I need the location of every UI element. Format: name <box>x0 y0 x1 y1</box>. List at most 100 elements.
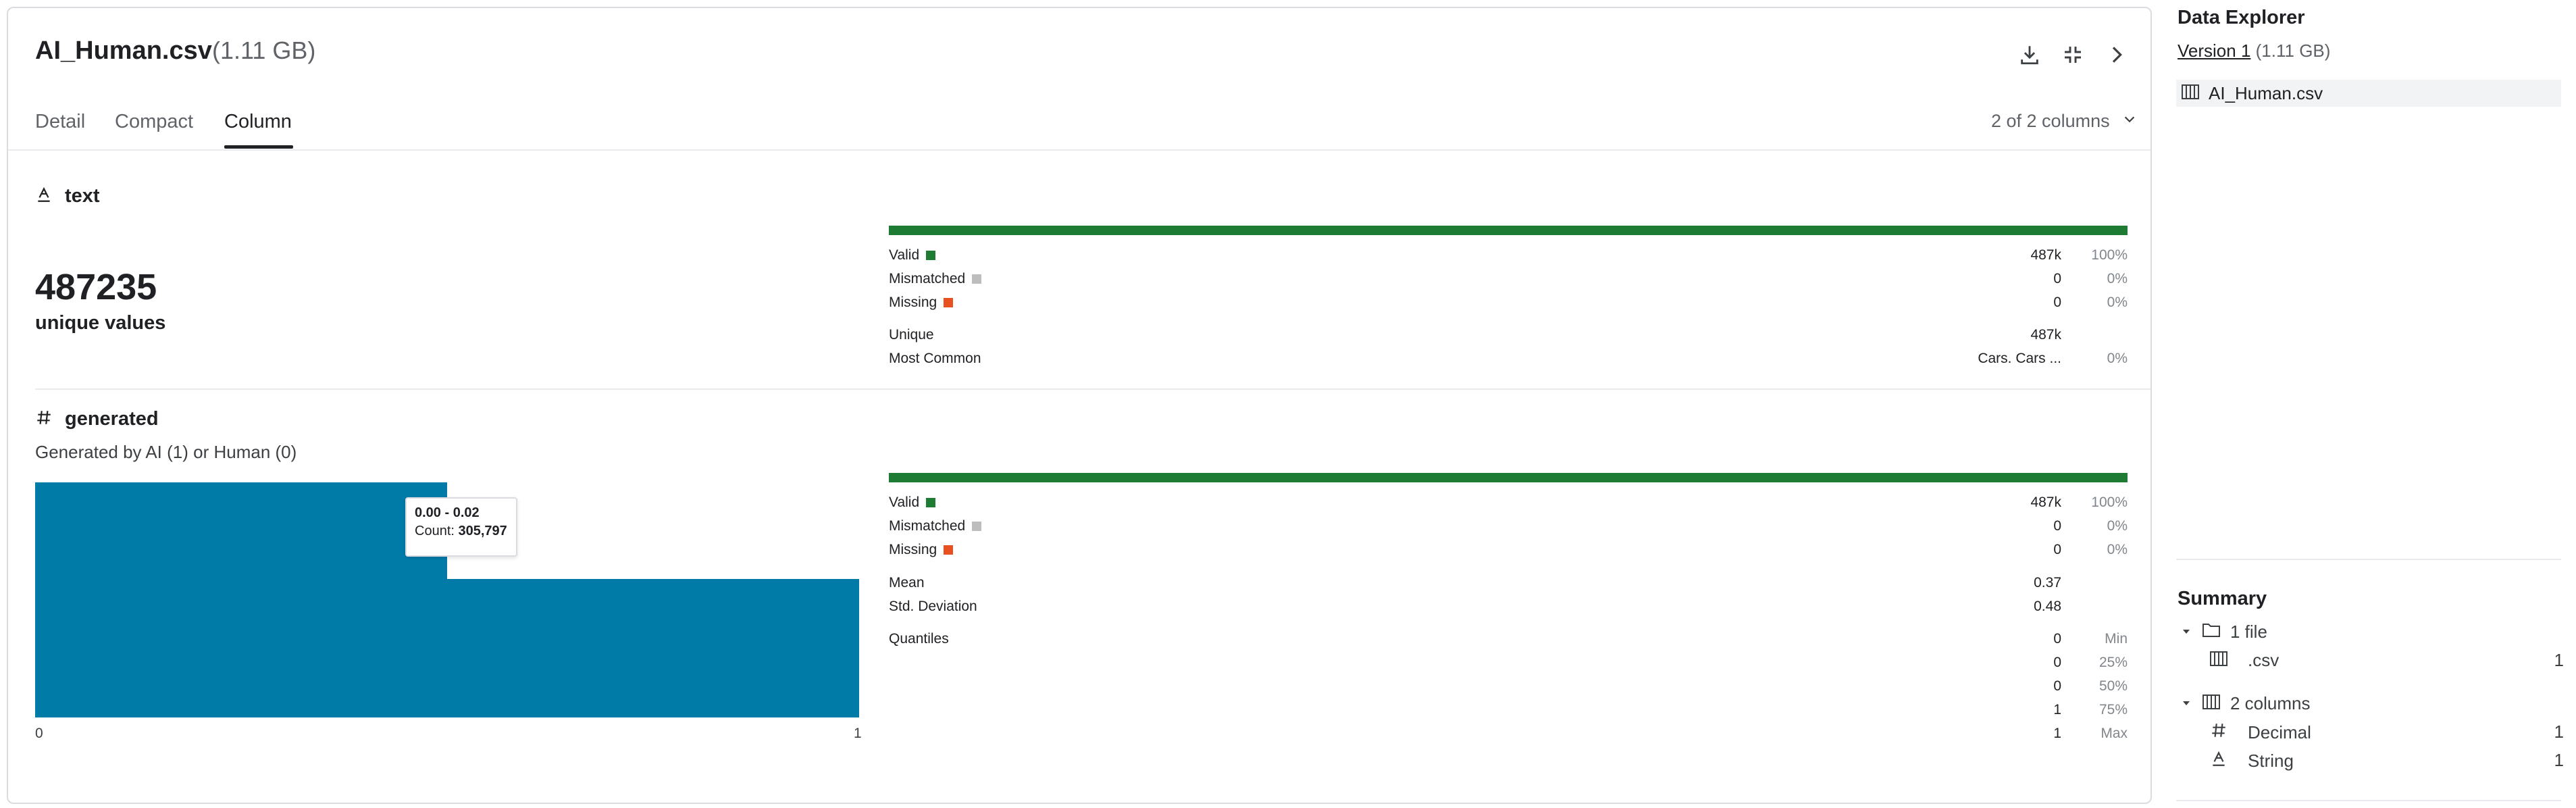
mismatched-legend-square <box>972 274 982 284</box>
stat-valid-label: Valid <box>889 247 920 263</box>
column-count-dropdown[interactable]: 2 of 2 columns <box>1991 111 2137 132</box>
main-panel: AI_Human.csv (1.11 GB) Detail Compact Co… <box>7 7 2152 804</box>
quantile-label: Max <box>2101 726 2128 741</box>
quantile-label: 75% <box>2098 702 2128 717</box>
file-type-count: 1 <box>2554 650 2564 670</box>
file-size: (1.11 GB) <box>212 36 316 64</box>
summary-file-type-row: .csv <box>2210 650 2279 671</box>
valid-legend-square <box>926 498 936 507</box>
stat-most-common-label: Most Common <box>889 351 981 366</box>
hash-icon <box>35 409 53 430</box>
stat-missing: Missing <box>889 542 954 558</box>
summary-title: Summary <box>2178 588 2267 609</box>
stat-missing-label: Missing <box>889 542 937 557</box>
download-icon[interactable] <box>2011 36 2048 73</box>
stat-valid-value: 487k <box>2030 495 2061 510</box>
explorer-divider <box>2176 559 2561 560</box>
stat-mismatched-label: Mismatched <box>889 518 966 534</box>
column-type-label: String <box>2248 751 2294 771</box>
stat-missing: Missing <box>889 295 954 311</box>
stat-most-common-pct: 0% <box>2107 351 2128 366</box>
explorer-file-name: AI_Human.csv <box>2209 82 2323 103</box>
version-size: (1.11 GB) <box>2255 41 2331 61</box>
summary-columns-row[interactable]: 2 columns <box>2180 693 2311 714</box>
table-icon <box>2202 693 2221 714</box>
quantile-label: 50% <box>2098 678 2128 694</box>
stat-mismatched: Mismatched <box>889 271 982 287</box>
stat-missing-value: 0 <box>2053 542 2061 557</box>
hash-icon <box>2210 722 2227 744</box>
table-icon <box>2210 650 2227 671</box>
column-type-count: 1 <box>2554 750 2564 770</box>
unique-label: unique values <box>35 312 166 334</box>
tab-detail[interactable]: Detail <box>35 111 85 133</box>
version-link[interactable]: Version 1 <box>2178 41 2250 61</box>
missing-legend-square <box>944 545 954 555</box>
column-description: Generated by AI (1) or Human (0) <box>35 442 297 462</box>
stat-mean-label: Mean <box>889 575 925 590</box>
summary-divider <box>2176 800 2561 801</box>
stat-valid-pct: 100% <box>2091 495 2128 510</box>
table-icon <box>2182 83 2199 104</box>
stat-most-common-value: Cars. Cars ... <box>1978 351 2061 366</box>
data-explorer-title: Data Explorer <box>2178 7 2305 28</box>
collapse-icon[interactable] <box>2055 36 2091 73</box>
histogram-x-max: 1 <box>854 726 862 741</box>
column-header-generated: generated <box>35 408 159 430</box>
column-count-label: 2 of 2 columns <box>1991 111 2110 131</box>
histogram-bar[interactable] <box>35 482 447 717</box>
file-title: AI_Human.csv <box>35 36 212 65</box>
stat-std-value: 0.48 <box>2034 599 2061 614</box>
tooltip-range: 0.00 - 0.02 <box>415 505 480 520</box>
column-type-count: 1 <box>2554 722 2564 742</box>
column-type-label: Decimal <box>2248 722 2311 742</box>
stat-mismatched-pct: 0% <box>2107 518 2128 534</box>
string-icon <box>2210 750 2227 772</box>
column-header-text: text <box>35 185 100 207</box>
caret-down-icon[interactable] <box>2180 622 2192 642</box>
stat-valid-label: Valid <box>889 495 920 510</box>
stat-mismatched: Mismatched <box>889 518 982 534</box>
mismatched-legend-square <box>972 522 982 531</box>
tab-compact[interactable]: Compact <box>115 111 193 133</box>
histogram-bar[interactable] <box>447 579 859 717</box>
valid-legend-square <box>926 251 936 260</box>
stat-missing-pct: 0% <box>2107 542 2128 557</box>
explorer-file-item[interactable]: AI_Human.csv <box>2176 80 2561 107</box>
summary-columns-label: 2 columns <box>2230 693 2311 713</box>
summary-column-type-row: Decimal <box>2210 722 2311 744</box>
missing-legend-square <box>944 298 954 307</box>
chevron-right-icon[interactable] <box>2098 36 2134 73</box>
version-info: Version 1 (1.11 GB) <box>2178 41 2330 61</box>
stat-mismatched-pct: 0% <box>2107 271 2128 286</box>
quantile-value: 0 <box>2053 655 2061 670</box>
tabs-divider <box>8 149 2150 151</box>
column-name: text <box>65 185 100 207</box>
file-type-label: .csv <box>2248 650 2279 670</box>
stat-valid: Valid <box>889 247 936 263</box>
histogram-tooltip: 0.00 - 0.02 Count: 305,797 <box>405 497 517 557</box>
summary-files-row[interactable]: 1 file <box>2180 622 2267 642</box>
unique-count: 487235 <box>35 267 157 307</box>
quantile-value: 0 <box>2053 631 2061 647</box>
caret-down-icon[interactable] <box>2180 693 2192 714</box>
stat-valid: Valid <box>889 495 936 511</box>
stat-mean-value: 0.37 <box>2034 575 2061 590</box>
chevron-down-icon <box>2122 111 2137 132</box>
tooltip-count: Count: 305,797 <box>415 524 508 539</box>
tooltip-count-value: 305,797 <box>458 524 507 538</box>
stat-mismatched-value: 0 <box>2053 518 2061 534</box>
summary-column-type-row: String <box>2210 750 2294 772</box>
active-tab-indicator <box>224 145 293 149</box>
tab-column[interactable]: Column <box>224 111 292 133</box>
stat-std-label: Std. Deviation <box>889 599 977 614</box>
stat-missing-label: Missing <box>889 295 937 310</box>
stat-unique-value: 487k <box>2030 327 2061 343</box>
string-icon <box>35 186 53 207</box>
stat-unique-label: Unique <box>889 327 934 343</box>
stat-quantiles-label: Quantiles <box>889 631 949 647</box>
quantile-label: 25% <box>2098 655 2128 670</box>
tooltip-count-label: Count: <box>415 524 455 538</box>
column-divider <box>35 388 2150 390</box>
histogram-x-min: 0 <box>35 726 43 741</box>
